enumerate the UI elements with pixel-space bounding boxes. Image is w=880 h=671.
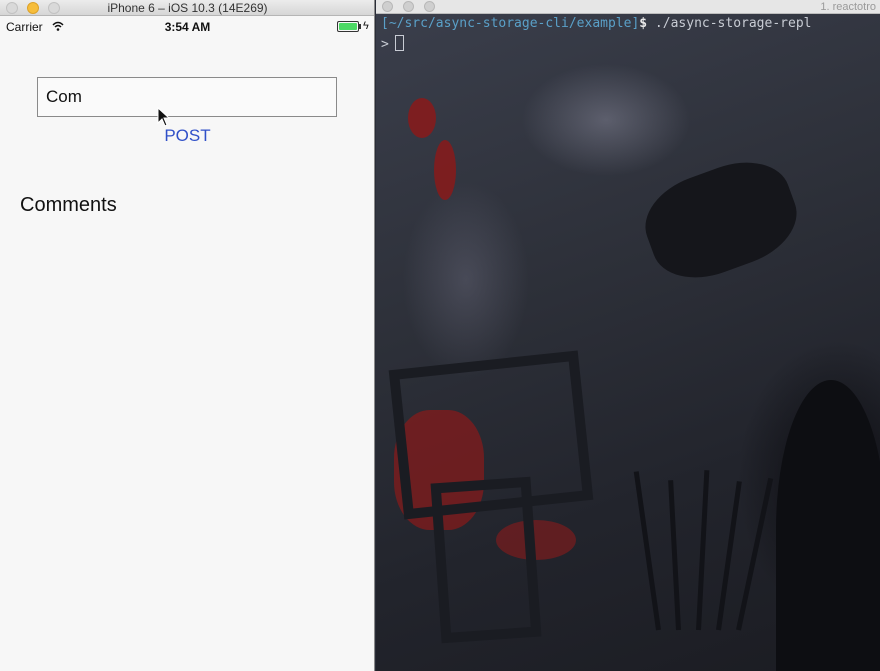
repl-prompt: > bbox=[381, 37, 389, 52]
background-art-brush bbox=[633, 471, 661, 631]
terminal-minimize-button[interactable] bbox=[403, 1, 414, 12]
battery-icon bbox=[337, 21, 359, 32]
background-art-splash bbox=[434, 140, 456, 200]
charging-bolt-icon: ϟ bbox=[363, 20, 369, 32]
background-art-figure bbox=[776, 380, 880, 671]
simulator-titlebar[interactable]: iPhone 6 – iOS 10.3 (14E269) bbox=[0, 0, 374, 16]
terminal-cursor bbox=[394, 35, 404, 51]
terminal-command-line: [~/src/async-storage-cli/example]$ ./asy… bbox=[381, 16, 811, 31]
background-art-brush bbox=[696, 470, 710, 631]
terminal-dollar: $ bbox=[639, 16, 648, 31]
background-art-brush bbox=[736, 477, 774, 631]
background-art-frame bbox=[430, 476, 542, 644]
background-art-figure bbox=[633, 147, 809, 293]
mouse-pointer-icon bbox=[157, 107, 171, 127]
background-art-splash bbox=[408, 98, 436, 138]
terminal-titlebar[interactable]: 1. reactotro bbox=[376, 0, 880, 14]
terminal-window[interactable]: 1. reactotro [~/src/async-storage-cli/ex… bbox=[376, 0, 880, 671]
terminal-close-button[interactable] bbox=[382, 1, 393, 12]
battery-level-fill bbox=[339, 23, 357, 30]
battery-tip bbox=[359, 24, 361, 29]
ios-status-bar: Carrier 3:54 AM ϟ bbox=[0, 17, 374, 37]
simulator-window-title: iPhone 6 – iOS 10.3 (14E269) bbox=[107, 1, 268, 15]
terminal-window-title: 1. reactotro bbox=[820, 1, 876, 13]
status-time: 3:54 AM bbox=[164, 20, 211, 34]
background-art-brush bbox=[716, 481, 742, 631]
background-art-brush bbox=[668, 480, 681, 631]
terminal-command: ./async-storage-repl bbox=[647, 16, 812, 31]
comments-heading: Comments bbox=[20, 194, 117, 216]
comment-input[interactable] bbox=[37, 77, 337, 117]
terminal-cwd: [~/src/async-storage-cli/example] bbox=[381, 16, 640, 31]
terminal-zoom-button[interactable] bbox=[424, 1, 435, 12]
repl-prompt-line[interactable]: > bbox=[381, 35, 404, 52]
post-button[interactable]: POST bbox=[150, 126, 225, 146]
simulator-window: iPhone 6 – iOS 10.3 (14E269) Carrier 3:5… bbox=[0, 0, 375, 671]
